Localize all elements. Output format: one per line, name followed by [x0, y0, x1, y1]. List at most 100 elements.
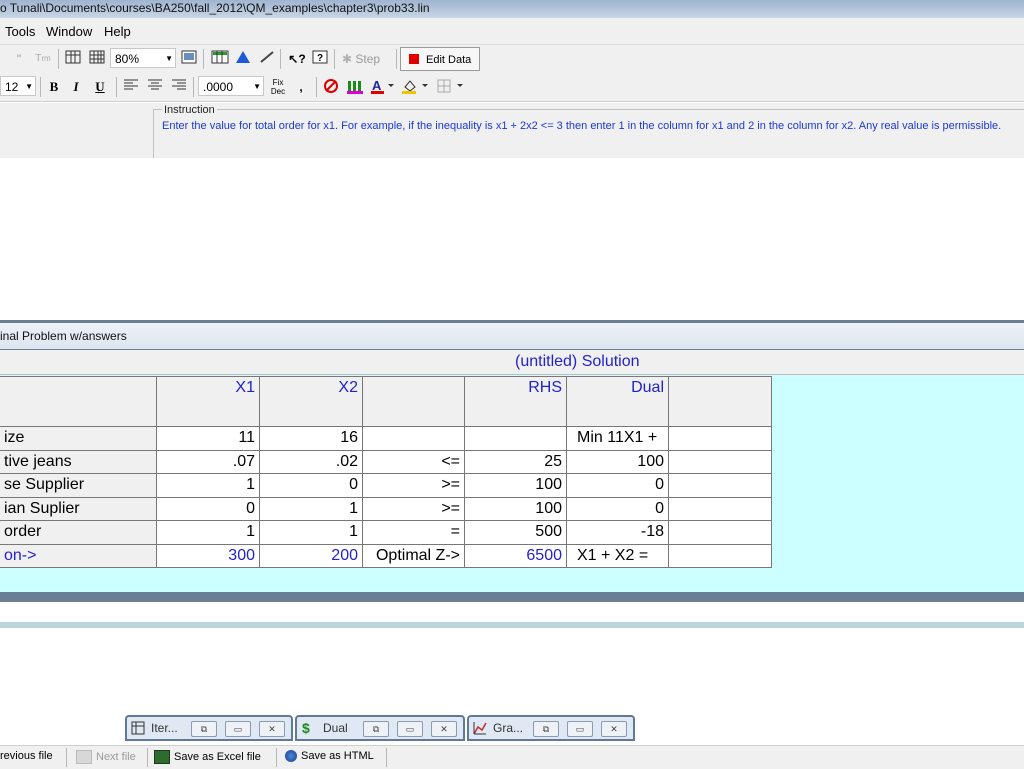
- row-label: ize: [0, 427, 157, 451]
- table-chart-shape: [211, 50, 229, 64]
- close-icon[interactable]: ✕: [601, 721, 627, 737]
- zero-icon[interactable]: [322, 78, 340, 96]
- align-right-icon[interactable]: [170, 78, 188, 96]
- previous-file-button[interactable]: revious file: [0, 750, 53, 762]
- minimized-window-dual[interactable]: $ Dual ⧉ ▭ ✕: [295, 715, 465, 741]
- grid-dense-icon[interactable]: [88, 50, 106, 68]
- table-cell[interactable]: 1: [260, 497, 363, 521]
- restore-icon[interactable]: ⧉: [363, 721, 389, 737]
- window-title: o Tunali\Documents\courses\BA250\fall_20…: [0, 1, 430, 15]
- table-cell[interactable]: [669, 474, 772, 498]
- table-cell[interactable]: 16: [260, 427, 363, 451]
- maximize-icon[interactable]: ▭: [225, 721, 251, 737]
- edit-data-button[interactable]: Edit Data: [400, 47, 480, 71]
- window-icon[interactable]: [180, 50, 198, 68]
- title-toggle-icon[interactable]: Trm: [32, 50, 54, 68]
- row-label: ian Suplier: [0, 497, 157, 521]
- solution-window-titlebar[interactable]: inal Problem w/answers: [0, 323, 1024, 349]
- table-cell[interactable]: .02: [260, 450, 363, 474]
- minimized-window-iterations[interactable]: Iter... ⧉ ▭ ✕: [125, 715, 293, 741]
- borders-icon[interactable]: [436, 78, 466, 96]
- zoom-select[interactable]: 80% ▼: [110, 48, 176, 68]
- toolbar-format: 12 ▼ B I U .0000 ▼ Fix Dec , A: [0, 73, 1024, 102]
- table-cell[interactable]: <=: [363, 450, 465, 474]
- table-cell[interactable]: 0: [567, 497, 669, 521]
- table-cell[interactable]: 200: [260, 544, 363, 568]
- table-cell[interactable]: =: [363, 521, 465, 545]
- table-cell[interactable]: 100: [567, 450, 669, 474]
- column-header: X2: [260, 376, 363, 427]
- maximize-icon[interactable]: ▭: [397, 721, 423, 737]
- table-cell[interactable]: [669, 427, 772, 451]
- quote-icon[interactable]: ": [14, 50, 24, 68]
- whats-this-icon[interactable]: ↖?: [287, 50, 307, 68]
- number-format-value: .0000: [203, 80, 234, 94]
- table-cell[interactable]: .07: [157, 450, 260, 474]
- table-cell[interactable]: 1: [157, 474, 260, 498]
- minimized-window-graph[interactable]: Gra... ⧉ ▭ ✕: [467, 715, 635, 741]
- table-cell[interactable]: -18: [567, 521, 669, 545]
- next-file-button[interactable]: Next file: [76, 750, 136, 764]
- close-icon[interactable]: ✕: [431, 721, 457, 737]
- menu-window[interactable]: Window: [46, 24, 92, 39]
- globe-icon: [285, 750, 297, 763]
- save-excel-button[interactable]: Save as Excel file: [154, 750, 261, 764]
- solution-window-title: inal Problem w/answers: [0, 329, 127, 343]
- italic-button[interactable]: I: [68, 78, 84, 96]
- comma-button[interactable]: ,: [294, 78, 308, 96]
- table-cell[interactable]: 500: [465, 521, 567, 545]
- table-cell[interactable]: >=: [363, 474, 465, 498]
- table-cell[interactable]: 25: [465, 450, 567, 474]
- table-cell[interactable]: 0: [157, 497, 260, 521]
- table-cell[interactable]: Min 11X1 +: [567, 427, 669, 451]
- grid-icon[interactable]: [64, 50, 82, 68]
- step-button[interactable]: ✱ Step: [342, 50, 390, 68]
- maximize-icon[interactable]: ▭: [567, 721, 593, 737]
- save-excel-label: Save as Excel file: [174, 750, 261, 763]
- align-center-icon[interactable]: [146, 78, 164, 96]
- columns-color-icon[interactable]: [346, 78, 366, 96]
- align-left-icon[interactable]: [122, 78, 140, 96]
- table-cell[interactable]: [669, 497, 772, 521]
- table-cell[interactable]: [363, 427, 465, 451]
- triangle-icon[interactable]: [234, 50, 252, 68]
- table-cell[interactable]: 300: [157, 544, 260, 568]
- save-html-button[interactable]: Save as HTML: [285, 750, 374, 763]
- row-label: tive jeans: [0, 450, 157, 474]
- table-cell[interactable]: 0: [260, 474, 363, 498]
- excel-icon: [154, 750, 170, 764]
- table-cell[interactable]: Optimal Z->: [363, 544, 465, 568]
- table-cell[interactable]: >=: [363, 497, 465, 521]
- table-cell[interactable]: X1 + X2 =: [567, 544, 669, 568]
- menu-tools[interactable]: Tools: [5, 24, 35, 39]
- row-label: on->: [0, 544, 157, 568]
- number-format-select[interactable]: .0000 ▼: [198, 76, 264, 96]
- pin-icon[interactable]: [258, 50, 276, 68]
- table-cell[interactable]: 6500: [465, 544, 567, 568]
- table-cell[interactable]: 100: [465, 474, 567, 498]
- table-cell[interactable]: [669, 544, 772, 568]
- restore-icon[interactable]: ⧉: [533, 721, 559, 737]
- window-icon-shape: [181, 50, 197, 64]
- fix-dec-button[interactable]: Fix Dec: [268, 78, 288, 96]
- step-icon: ✱: [342, 52, 353, 66]
- table-cell[interactable]: 0: [567, 474, 669, 498]
- edit-data-label: Edit Data: [426, 54, 472, 66]
- table-cell[interactable]: [669, 521, 772, 545]
- menu-help[interactable]: Help: [104, 24, 131, 39]
- bold-button[interactable]: B: [46, 78, 62, 96]
- table-chart-icon[interactable]: [210, 50, 230, 68]
- help-icon[interactable]: ?: [311, 50, 329, 68]
- table-cell[interactable]: 11: [157, 427, 260, 451]
- table-cell[interactable]: 1: [260, 521, 363, 545]
- font-size-select[interactable]: 12 ▼: [0, 76, 36, 96]
- fill-color-icon[interactable]: [402, 78, 430, 96]
- table-cell[interactable]: [669, 450, 772, 474]
- table-cell[interactable]: 100: [465, 497, 567, 521]
- underline-button[interactable]: U: [92, 78, 108, 96]
- font-color-icon[interactable]: A: [370, 78, 396, 96]
- close-icon[interactable]: ✕: [259, 721, 285, 737]
- table-cell[interactable]: 1: [157, 521, 260, 545]
- restore-icon[interactable]: ⧉: [191, 721, 217, 737]
- table-cell[interactable]: [465, 427, 567, 451]
